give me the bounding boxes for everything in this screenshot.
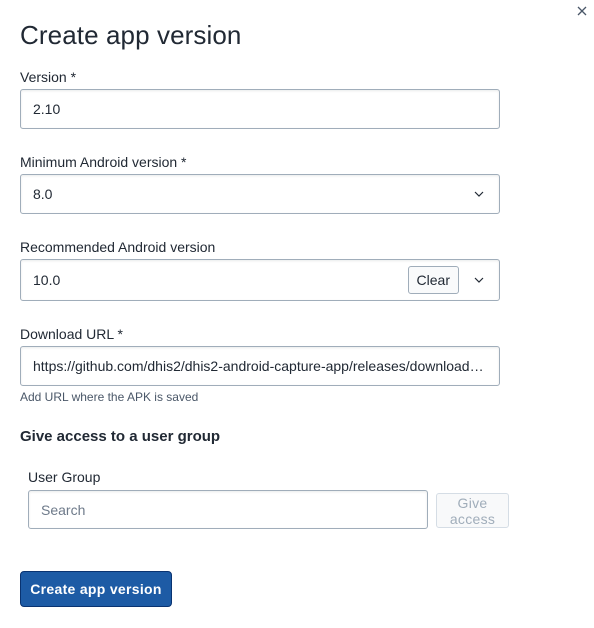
download-url-help: Add URL where the APK is saved [20, 390, 199, 404]
close-button[interactable] [574, 3, 590, 19]
min-android-select[interactable]: 8.0 [20, 174, 500, 214]
user-group-search-input[interactable] [29, 501, 427, 518]
create-app-version-dialog: Create app version Version * 2.10 Minimu… [0, 0, 594, 628]
chevron-down-icon [471, 186, 487, 202]
close-icon [577, 6, 587, 16]
download-url-label: Download URL * [20, 326, 123, 342]
chevron-down-icon [471, 272, 487, 288]
user-group-label: User Group [28, 469, 101, 485]
recommended-android-select[interactable]: 10.0 Clear [20, 259, 500, 301]
download-url-input[interactable]: https://github.com/dhis2/dhis2-android-c… [20, 346, 500, 386]
version-value: 2.10 [33, 101, 61, 117]
access-section-title: Give access to a user group [20, 428, 221, 445]
min-android-label: Minimum Android version * [20, 154, 187, 170]
recommended-android-label: Recommended Android version [20, 239, 216, 255]
create-app-version-button[interactable]: Create app version [20, 571, 172, 607]
recommended-android-value: 10.0 [33, 272, 61, 288]
dialog-title: Create app version [20, 20, 242, 50]
clear-button[interactable]: Clear [407, 266, 459, 294]
download-url-value: https://github.com/dhis2/dhis2-android-c… [33, 358, 499, 374]
version-input[interactable]: 2.10 [20, 89, 500, 129]
min-android-value: 8.0 [33, 186, 53, 202]
user-group-search-field[interactable] [28, 490, 428, 529]
give-access-button[interactable]: Give access [436, 493, 509, 528]
version-label: Version * [20, 69, 77, 85]
